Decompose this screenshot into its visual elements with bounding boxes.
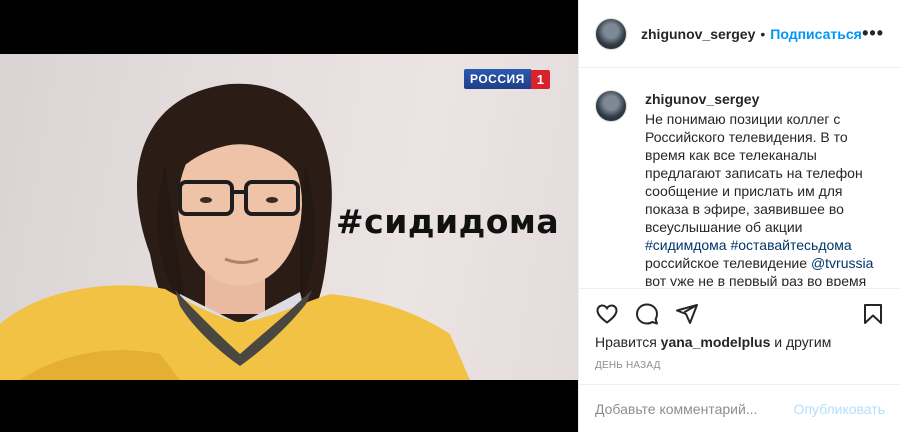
comment-icon[interactable]	[635, 302, 659, 326]
more-icon[interactable]: •••	[862, 23, 884, 44]
header-separator: •	[760, 25, 766, 42]
caption-row: zhigunov_sergey Не понимаю позиции колле…	[595, 90, 885, 286]
hashtag-link[interactable]: #оставайтесьдома	[730, 237, 851, 253]
caption-body: zhigunov_sergey Не понимаю позиции колле…	[645, 90, 875, 286]
photo-hashtag-overlay: #сидидома	[336, 202, 560, 241]
follow-button[interactable]: Подписаться	[770, 26, 862, 42]
caption-text-2: российское телевидение	[645, 255, 811, 271]
post-sidebar: zhigunov_sergey • Подписаться ••• zhigun…	[578, 0, 900, 432]
publish-button[interactable]: Опубликовать	[793, 401, 885, 417]
likes-line: Нравится yana_modelplus и другим	[595, 334, 831, 350]
caption-username[interactable]: zhigunov_sergey	[645, 90, 875, 108]
caption-area: zhigunov_sergey Не понимаю позиции колле…	[579, 76, 900, 286]
hashtag-link[interactable]: #сидимдома	[645, 237, 727, 253]
likes-prefix: Нравится	[595, 334, 657, 350]
comment-input[interactable]	[595, 400, 794, 417]
avatar[interactable]	[595, 17, 627, 50]
post-header: zhigunov_sergey • Подписаться •••	[579, 0, 900, 68]
mention-link[interactable]: @tvrussia	[811, 255, 873, 271]
caption-text-3: вот уже не в первый раз во время	[645, 273, 867, 286]
channel-logo-number: 1	[530, 69, 550, 89]
likes-suffix[interactable]: и другим	[774, 334, 831, 350]
media-panel: РОССИЯ 1 #сидидома	[0, 0, 578, 432]
channel-logo-word: РОССИЯ	[464, 69, 531, 89]
caption-avatar[interactable]	[595, 90, 627, 122]
action-bar	[579, 288, 900, 328]
bookmark-icon[interactable]	[861, 302, 885, 326]
heart-icon[interactable]	[595, 302, 619, 326]
post-photo[interactable]: РОССИЯ 1 #сидидома	[0, 54, 578, 380]
likes-user[interactable]: yana_modelplus	[661, 334, 771, 350]
header-username[interactable]: zhigunov_sergey	[641, 26, 755, 42]
channel-logo: РОССИЯ 1	[464, 68, 550, 90]
caption-text-1: Не понимаю позиции коллег с Российского …	[645, 111, 863, 235]
post-timestamp[interactable]: ДЕНЬ НАЗАД	[595, 360, 661, 371]
share-icon[interactable]	[675, 302, 699, 326]
comment-box: Опубликовать	[579, 384, 900, 432]
